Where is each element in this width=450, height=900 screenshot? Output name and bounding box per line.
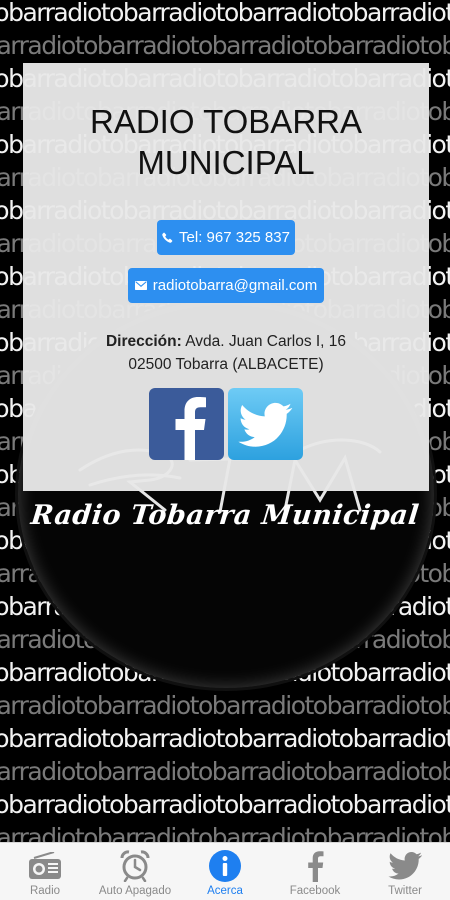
station-title: RADIO TOBARRA MUNICIPAL	[23, 101, 429, 183]
tab-acerca[interactable]: Acerca	[180, 843, 270, 900]
address-line-2: 02500 Tobarra (ALBACETE)	[128, 356, 324, 373]
facebook-icon	[175, 397, 206, 460]
tab-facebook-label: Facebook	[289, 885, 341, 897]
tab-twitter[interactable]: Twitter	[360, 843, 450, 900]
tab-auto-apagado[interactable]: Auto Apagado	[90, 843, 180, 900]
tab-radio[interactable]: Radio	[0, 843, 90, 900]
email-button[interactable]: radiotobarra@gmail.com	[128, 268, 324, 303]
email-label: radiotobarra@gmail.com	[152, 277, 318, 294]
envelope-icon	[134, 281, 147, 290]
facebook-button[interactable]	[149, 388, 224, 460]
info-card: RADIO TOBARRA MUNICIPAL Tel: 967 325 837…	[23, 63, 429, 491]
title-line-2: MUNICIPAL	[137, 144, 315, 181]
address-prefix: Dirección:	[105, 333, 182, 350]
twitter-button[interactable]	[228, 388, 303, 460]
tab-facebook[interactable]: Facebook	[270, 843, 360, 900]
twitter-icon	[388, 852, 422, 880]
tab-radio-label: Radio	[29, 885, 61, 897]
tab-auto-apagado-label: Auto Apagado	[98, 885, 172, 897]
background-text-row: tobarradiotobarradiotobarradiotobarradio…	[0, 823, 450, 842]
tab-acerca-label: Acerca	[207, 885, 243, 897]
background-text-row: tobarradiotobarradiotobarradiotobarradio…	[0, 757, 450, 786]
bottom-tab-bar: Radio Auto Apagado Acerca Facebook Twitt…	[0, 842, 450, 900]
background-text-row: tobarradiotobarradiotobarradiotobarradio…	[0, 790, 450, 819]
address-line-1: Avda. Juan Carlos I, 16	[185, 333, 347, 350]
phone-label: Tel: 967 325 837	[179, 229, 290, 246]
facebook-icon	[308, 851, 324, 882]
phone-button[interactable]: Tel: 967 325 837	[157, 220, 295, 255]
background-text-row: tobarradiotobarradiotobarradiotobarradio…	[0, 724, 450, 753]
title-line-1: RADIO TOBARRA	[89, 103, 362, 140]
tab-twitter-label: Twitter	[388, 885, 422, 897]
twitter-icon	[238, 402, 293, 447]
logo-caption: Radio Tobarra Municipal	[29, 500, 421, 531]
address-block: Dirección: Avda. Juan Carlos I, 16 02500…	[23, 330, 429, 376]
info-icon	[209, 850, 241, 882]
background-text-row: tobarradiotobarradiotobarradiotobarradio…	[0, 0, 450, 27]
radio-icon	[29, 852, 61, 879]
alarm-clock-icon	[120, 850, 150, 882]
background-text-row: tobarradiotobarradiotobarradiotobarradio…	[0, 691, 450, 720]
phone-icon	[162, 232, 173, 243]
background-text-row: tobarradiotobarradiotobarradiotobarradio…	[0, 31, 450, 60]
